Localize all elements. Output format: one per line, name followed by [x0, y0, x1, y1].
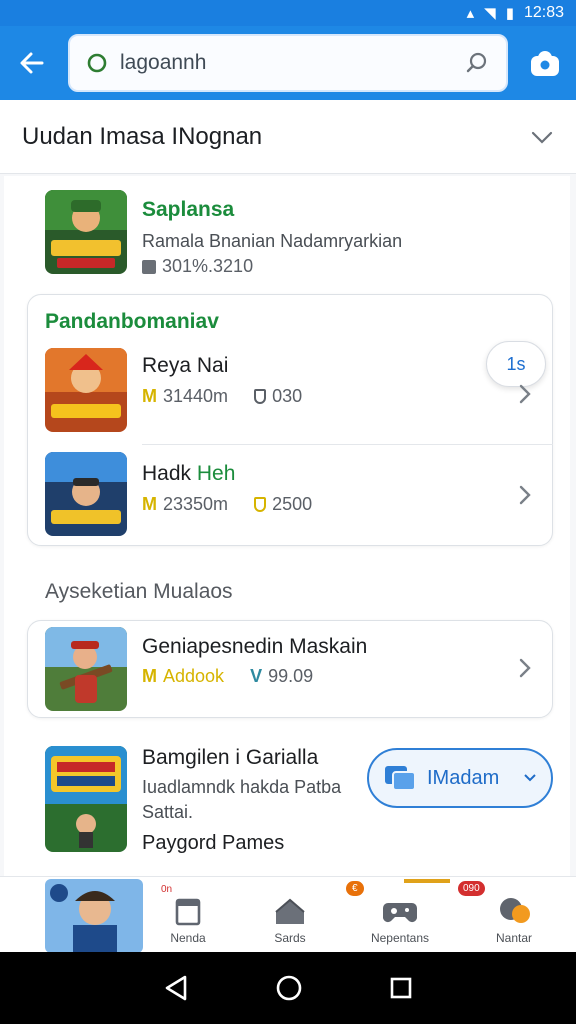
content-list: Saplansa Ramala Bnanian Nadamryarkian 30… [4, 176, 570, 876]
nav-label: Nenda [170, 931, 206, 945]
promo-tagline: Paygord Pames [142, 832, 285, 854]
nav-badge: € [346, 881, 364, 896]
list-item-meta: M Addook V 99.09 [142, 666, 313, 687]
game-thumbnail-3[interactable] [45, 627, 127, 711]
promo-title[interactable]: Bamgilen i Garialla [142, 746, 318, 770]
count-badge[interactable]: 1s [486, 341, 546, 387]
list-item-title[interactable]: Hadk Heh [142, 462, 235, 486]
list-item-title-accent: Heh [196, 462, 236, 485]
promo-description-line-2: Sattai. [142, 802, 194, 822]
chevron-down-icon [524, 774, 536, 782]
system-back-icon[interactable] [163, 974, 189, 1002]
game-thumbnail-2[interactable] [45, 452, 127, 536]
search-icon[interactable] [464, 50, 490, 76]
home-icon [275, 898, 305, 924]
nav-label: Nepentans [370, 931, 430, 945]
account-icon[interactable] [528, 46, 562, 80]
count-badge-label: 1s [506, 353, 526, 374]
wifi-icon: ◥ [484, 5, 496, 22]
arrow-left-icon [20, 52, 44, 74]
group-title: Ayseketian Mualaos [45, 580, 233, 603]
shield-icon [254, 389, 267, 404]
bookmark-icon [175, 898, 201, 926]
divider [142, 444, 553, 445]
chevron-right-icon[interactable] [514, 657, 536, 679]
nav-game-thumbnail[interactable] [45, 879, 143, 953]
signal-icon: ▴ [466, 5, 475, 22]
chevron-right-icon[interactable] [514, 484, 536, 506]
shield-icon [254, 497, 267, 512]
system-navigation-bar [0, 952, 576, 1024]
stat-rating: 030 [272, 386, 303, 406]
list-item-title[interactable]: Geniapesnedin Maskain [142, 635, 367, 659]
nav-item-nenda[interactable]: 0n Nenda [138, 877, 238, 953]
controller-icon [383, 903, 417, 923]
stat-publisher: Addook [163, 666, 225, 686]
stat-downloads: 23350m [163, 494, 229, 514]
stat-downloads: 31440m [163, 386, 229, 406]
chevron-down-icon[interactable] [530, 125, 554, 149]
card-heading: Pandanbomaniav [45, 310, 219, 333]
status-time: 12:83 [523, 4, 564, 21]
circle-icon [87, 53, 107, 73]
coin-icon: M [142, 386, 157, 406]
promo-action-button[interactable]: IMadam [367, 748, 553, 808]
status-bar: ▴ ◥ ▮ 12:83 [0, 0, 576, 26]
featured-title[interactable]: Saplansa [142, 198, 234, 222]
nav-item-nantar[interactable]: 090 Nantar [458, 877, 564, 953]
app-bar: lagoannh [0, 26, 576, 100]
nav-badge: 0n [156, 883, 178, 896]
cards-icon [385, 766, 416, 791]
stat-rating: 2500 [272, 494, 313, 514]
list-item-title-text: Hadk [142, 462, 192, 485]
featured-game-thumbnail[interactable] [45, 190, 127, 274]
section-header[interactable]: Uudan Imasa INognan [0, 100, 576, 174]
chat-icon [500, 898, 530, 923]
nav-badge: 090 [458, 881, 485, 896]
storage-icon [142, 259, 156, 274]
chevron-right-icon[interactable] [514, 383, 536, 405]
nav-label: Nantar [495, 931, 533, 945]
app-screen: ▴ ◥ ▮ 12:83 lagoannh Uudan Imasa INognan… [0, 0, 576, 1024]
promo-action-label: IMadam [427, 766, 500, 789]
game-thumbnail-1[interactable] [45, 348, 127, 432]
list-item-title[interactable]: Reya Nai [142, 354, 228, 378]
coin-icon: M [142, 666, 157, 686]
battery-icon: ▮ [505, 5, 514, 22]
bottom-navigation: 0n Nenda Sards € Nepentans 090 Nantar [0, 876, 576, 953]
promo-thumbnail[interactable] [45, 746, 127, 852]
coin-icon: M [142, 494, 157, 514]
nav-item-nepentans[interactable]: € Nepentans [346, 877, 450, 953]
stat-rating: 99.09 [268, 666, 314, 686]
search-input[interactable]: lagoannh [68, 34, 508, 92]
featured-meta: 301%.3210 [142, 256, 253, 277]
nav-label: Sards [274, 931, 306, 945]
nav-item-sards[interactable]: Sards [240, 877, 340, 953]
promo-description-line-1: Iuadlamndk hakda Patba [142, 777, 342, 797]
section-title: Uudan Imasa INognan [22, 122, 263, 150]
system-recents-icon[interactable] [389, 976, 413, 1000]
nav-active-indicator [404, 879, 450, 883]
search-query: lagoannh [120, 51, 207, 74]
featured-meta-value: 301%.3210 [162, 256, 254, 276]
system-home-icon[interactable] [275, 974, 303, 1002]
back-button[interactable] [0, 26, 64, 100]
featured-subtitle: Ramala Bnanian Nadamryarkian [142, 231, 403, 251]
list-item-meta: M 31440m 030 [142, 386, 302, 407]
list-item-meta: M 23350m 2500 [142, 494, 312, 515]
verified-icon: V [250, 666, 263, 686]
